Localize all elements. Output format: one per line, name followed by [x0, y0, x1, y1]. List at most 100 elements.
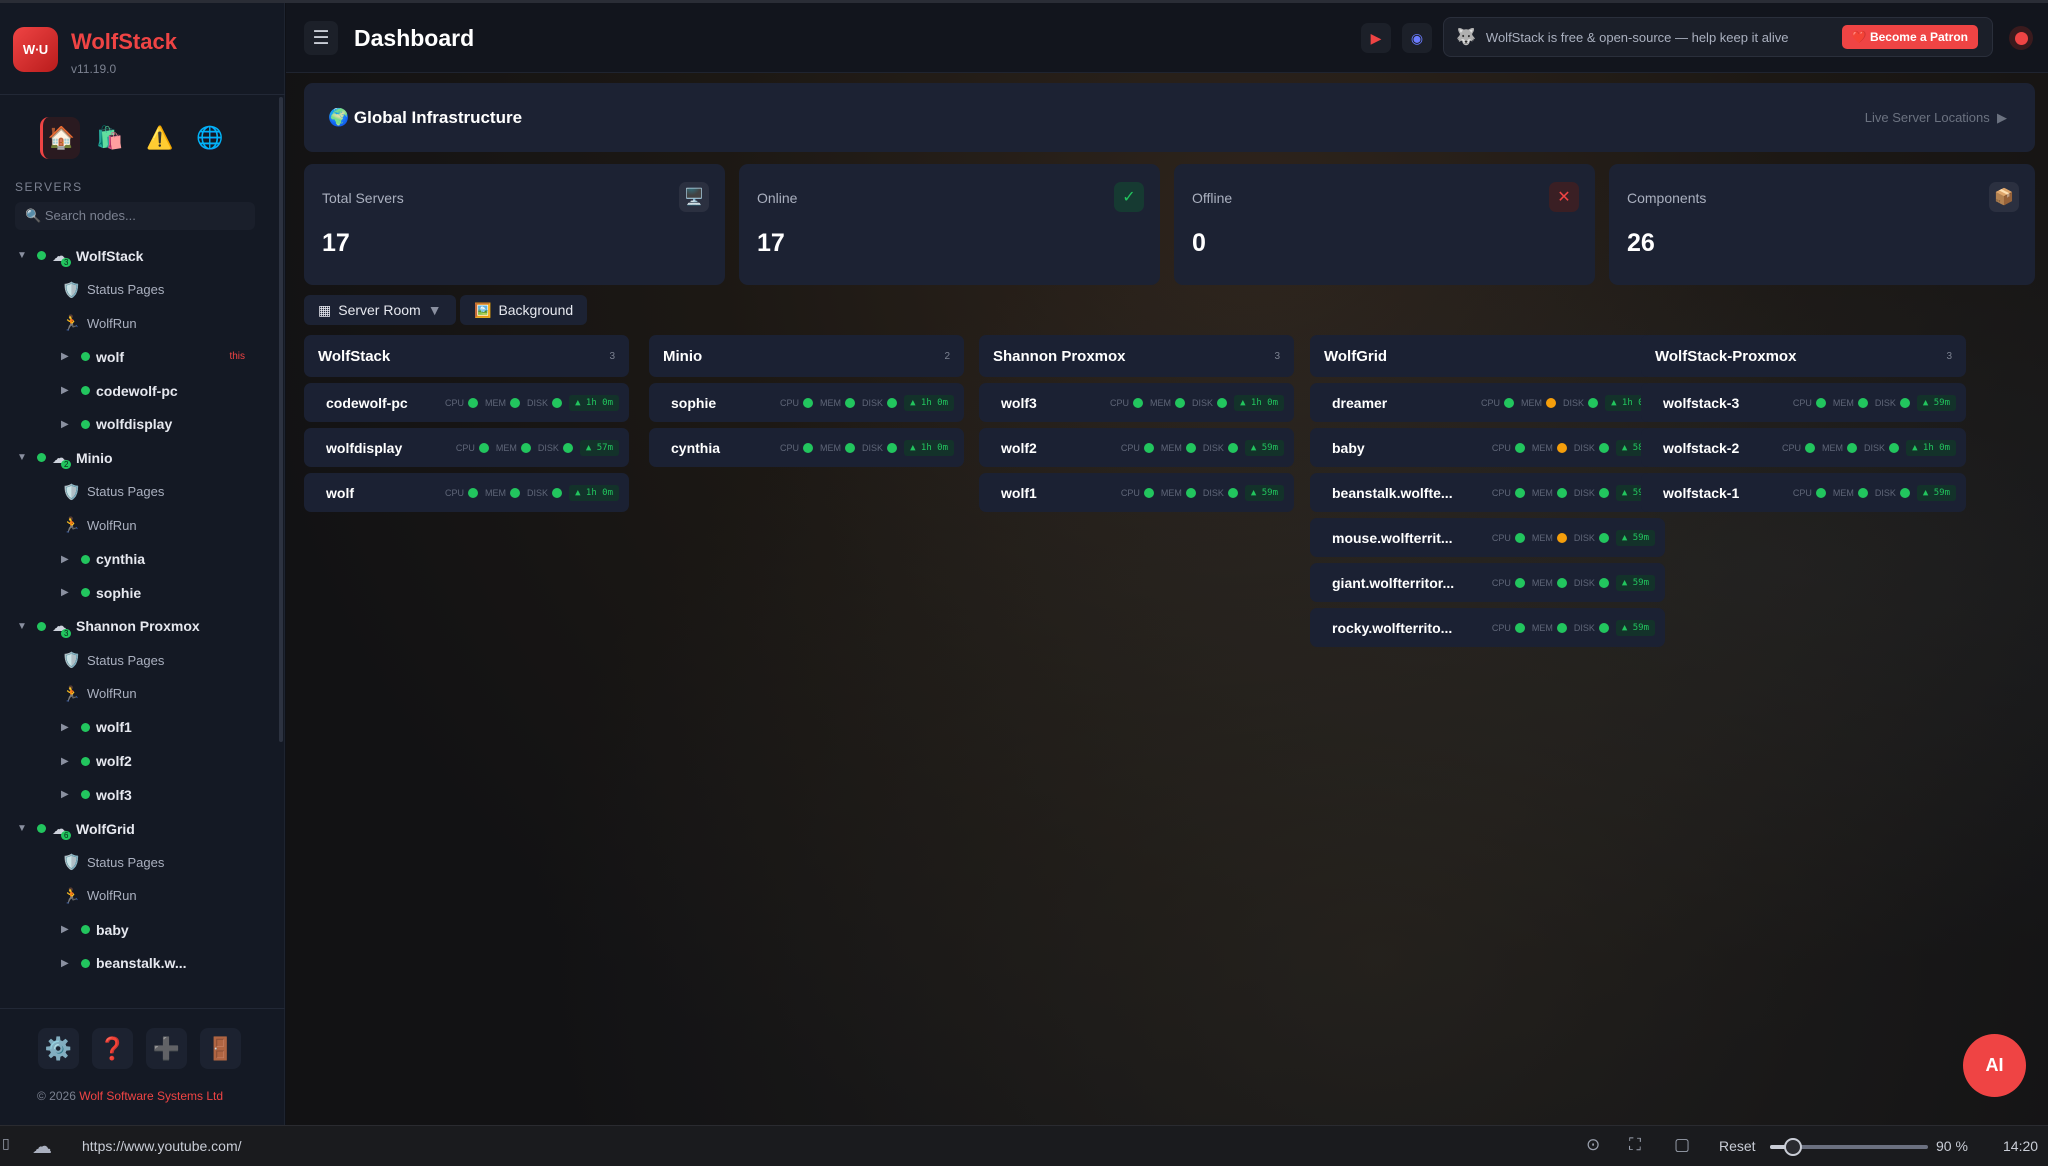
node-card[interactable]: wolfstack-3 CPU MEM DISK ▲ 59m [1641, 383, 1966, 422]
node-search-input[interactable]: 🔍 Search nodes... [15, 202, 255, 230]
globe-nav-button[interactable]: 🌐 [190, 117, 230, 159]
tree-node[interactable]: ▶ sophie [0, 576, 275, 610]
cpu-label: CPU [1491, 487, 1511, 498]
node-card[interactable]: codewolf-pc CPU MEM DISK ▲ 1h 0m [304, 383, 629, 422]
node-card[interactable]: mouse.wolfterrit... CPU MEM DISK ▲ 59m [1310, 518, 1665, 557]
disk-label: DISK [1202, 487, 1224, 498]
company-link[interactable]: Wolf Software Systems Ltd [79, 1089, 223, 1103]
help-button[interactable]: ❓ [92, 1028, 133, 1069]
group-header[interactable]: WolfStack 3 [304, 335, 629, 377]
background-button[interactable]: 🖼️ Background [460, 295, 588, 325]
cpu-metric: CPU [1782, 442, 1816, 453]
home-nav-button[interactable]: 🏠 [40, 117, 80, 159]
node-name: sophie [671, 394, 717, 411]
uptime-badge: ▲ 59m [1244, 439, 1284, 456]
chevron-down-icon[interactable]: ▼ [17, 250, 27, 261]
youtube-icon[interactable]: ▶ [1361, 23, 1391, 53]
discord-icon[interactable]: ◉ [1402, 23, 1432, 53]
device-icon[interactable]: ▢ [1674, 1135, 1690, 1155]
node-card[interactable]: wolf CPU MEM DISK ▲ 1h 0m [304, 473, 629, 512]
tree-group[interactable]: ▼ ☁ 2 Minio [0, 441, 275, 475]
tree-group-label: WolfGrid [76, 820, 135, 837]
tree-sub[interactable]: 🛡️ Status Pages [0, 643, 275, 677]
chevron-right-icon[interactable]: ▶ [61, 351, 69, 362]
tree-sub[interactable]: 🏃 WolfRun [0, 509, 275, 543]
chevron-right-icon[interactable]: ▶ [61, 587, 69, 598]
bag-nav-button[interactable]: 🛍️ [90, 117, 130, 159]
node-card[interactable]: wolf3 CPU MEM DISK ▲ 1h 0m [979, 383, 1294, 422]
node-card[interactable]: wolf1 CPU MEM DISK ▲ 59m [979, 473, 1294, 512]
settings-button[interactable]: ⚙️ [38, 1028, 79, 1069]
screenshot-icon[interactable]: ⊙ [1586, 1135, 1600, 1155]
chevron-right-icon[interactable]: ▶ [61, 756, 69, 767]
node-card[interactable]: wolfstack-1 CPU MEM DISK ▲ 59m [1641, 473, 1966, 512]
node-card[interactable]: dreamer CPU MEM DISK ▲ 1h 0m [1310, 383, 1665, 422]
tree-sub[interactable]: 🏃 WolfRun [0, 306, 275, 340]
add-button[interactable]: ➕ [146, 1028, 187, 1069]
logout-button[interactable]: 🚪 [200, 1028, 241, 1069]
group-header[interactable]: WolfGrid6 [1310, 335, 1665, 377]
chevron-down-icon[interactable]: ▼ [17, 621, 27, 632]
group-header[interactable]: Shannon Proxmox 3 [979, 335, 1294, 377]
sidebar-scrollbar[interactable] [279, 97, 283, 742]
tree-group[interactable]: ▼ ☁ 3 Shannon Proxmox [0, 610, 275, 644]
warning-nav-button[interactable]: ⚠️ [140, 117, 180, 159]
node-card[interactable]: wolf2 CPU MEM DISK ▲ 59m [979, 428, 1294, 467]
tree-group[interactable]: ▼ ☁ 6 WolfGrid [0, 812, 275, 846]
tree-node[interactable]: ▶ wolf2 [0, 744, 275, 778]
menu-toggle-button[interactable]: ☰ [304, 21, 338, 55]
mem-label: MEM [1160, 487, 1182, 498]
chevron-right-icon[interactable]: ▶ [61, 789, 69, 800]
tree-node[interactable]: ▶ wolf1 [0, 711, 275, 745]
global-infrastructure-banner[interactable]: 🌍 Global Infrastructure Live Server Loca… [304, 83, 2035, 152]
node-card[interactable]: sophie CPU MEM DISK ▲ 1h 0m [649, 383, 964, 422]
mem-status-dot [1556, 442, 1567, 453]
tree-node[interactable]: ▶ wolf this [0, 340, 275, 374]
shield-icon: 🛡️ [62, 652, 81, 670]
view-select[interactable]: ▦ Server Room ▼ [304, 295, 456, 325]
node-card[interactable]: cynthia CPU MEM DISK ▲ 1h 0m [649, 428, 964, 467]
fullscreen-icon[interactable]: ⛶ [1629, 1135, 1641, 1155]
group-header[interactable]: WolfStack-Proxmox 3 [1641, 335, 1966, 377]
node-card[interactable]: beanstalk.wolfte... CPU MEM DISK ▲ 59m [1310, 473, 1665, 512]
tree-sub[interactable]: 🏃 WolfRun [0, 879, 275, 913]
tree-sub[interactable]: 🛡️ Status Pages [0, 845, 275, 879]
tree-group[interactable]: ▼ ☁ 3 WolfStack [0, 239, 275, 273]
tree-sub[interactable]: 🏃 WolfRun [0, 677, 275, 711]
zoom-slider-knob[interactable] [1784, 1138, 1802, 1156]
tree-sub[interactable]: 🛡️ Status Pages [0, 273, 275, 307]
brand[interactable]: W∙U WolfStack v11.19.0 [13, 27, 177, 76]
tree-node[interactable]: ▶ beanstalk.w... [0, 946, 275, 980]
tree-node[interactable]: ▶ wolfdisplay [0, 407, 275, 441]
chevron-right-icon[interactable]: ▶ [61, 924, 69, 935]
chevron-right-icon[interactable]: ▶ [61, 958, 69, 969]
node-card[interactable]: wolfdisplay CPU MEM DISK ▲ 57m [304, 428, 629, 467]
chevron-right-icon[interactable]: ▶ [61, 554, 69, 565]
disk-status-dot [1899, 487, 1910, 498]
tree-node[interactable]: ▶ wolf3 [0, 778, 275, 812]
node-card[interactable]: giant.wolfterritor... CPU MEM DISK ▲ 59m [1310, 563, 1665, 602]
tree-node[interactable]: ▶ codewolf-pc [0, 374, 275, 408]
tree-sub[interactable]: 🛡️ Status Pages [0, 475, 275, 509]
chevron-right-icon[interactable]: ▶ [61, 722, 69, 733]
chevron-down-icon[interactable]: ▼ [17, 823, 27, 834]
node-card[interactable]: wolfstack-2 CPU MEM DISK ▲ 1h 0m [1641, 428, 1966, 467]
chevron-right-icon[interactable]: ▶ [61, 419, 69, 430]
node-card[interactable]: rocky.wolfterrito... CPU MEM DISK ▲ 59m [1310, 608, 1665, 647]
cluster-count-badge: 6 [61, 830, 72, 840]
uptime-badge: ▲ 1h 0m [569, 394, 619, 411]
patreon-icon[interactable] [2009, 26, 2033, 50]
zoom-reset-button[interactable]: Reset [1719, 1138, 1756, 1154]
live-locations-link[interactable]: Live Server Locations ▶ [1865, 110, 2007, 126]
chevron-right-icon[interactable]: ▶ [61, 385, 69, 396]
tree-node[interactable]: ▶ baby [0, 913, 275, 947]
tree-node-label: wolf3 [96, 786, 132, 803]
disk-status-dot [1598, 577, 1609, 588]
chevron-down-icon[interactable]: ▼ [17, 452, 27, 463]
become-patron-button[interactable]: ❤️ Become a Patron [1841, 25, 1978, 49]
ai-assistant-button[interactable]: AI [1963, 1034, 2026, 1097]
tree-node[interactable]: ▶ cynthia [0, 542, 275, 576]
group-header[interactable]: Minio 2 [649, 335, 964, 377]
node-card[interactable]: baby CPU MEM DISK ▲ 58m [1310, 428, 1665, 467]
zoom-slider[interactable] [1770, 1138, 1928, 1156]
